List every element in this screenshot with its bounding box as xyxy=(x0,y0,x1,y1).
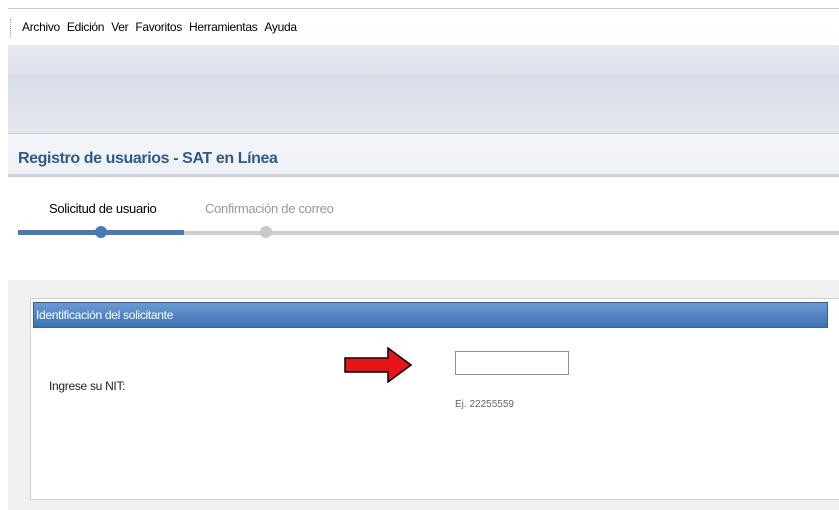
nit-hint: Ej. 22255559 xyxy=(455,399,514,410)
page-content: Registro de usuarios - SAT en Línea Soli… xyxy=(8,134,839,510)
identification-panel: Identificación del solicitante Ingrese s… xyxy=(30,298,839,500)
menu-bar: Archivo Edición Ver Favoritos Herramient… xyxy=(8,8,839,46)
nit-label: Ingrese su NIT: xyxy=(49,379,126,393)
menu-item-archivo[interactable]: Archivo xyxy=(22,20,60,34)
menu-item-favoritos[interactable]: Favoritos xyxy=(135,20,182,34)
step-indicator-active xyxy=(95,226,107,238)
wizard-steps: Solicitud de usuario Confirmación de cor… xyxy=(8,181,839,251)
menu-item-ver[interactable]: Ver xyxy=(111,20,128,34)
step-solicitud-usuario: Solicitud de usuario xyxy=(49,201,157,216)
panel-header-title: Identificación del solicitante xyxy=(36,308,174,322)
step-indicator-inactive xyxy=(260,226,272,238)
menu-item-ayuda[interactable]: Ayuda xyxy=(264,20,297,34)
title-bar: Registro de usuarios - SAT en Línea xyxy=(8,134,839,177)
panel-header: Identificación del solicitante xyxy=(33,302,828,328)
red-arrow-icon xyxy=(344,347,412,383)
menu-item-edicion[interactable]: Edición xyxy=(67,20,105,34)
nit-input[interactable] xyxy=(455,351,569,375)
menu-item-herramientas[interactable]: Herramientas xyxy=(189,20,258,34)
step-confirmacion-correo: Confirmación de correo xyxy=(205,201,334,216)
toolbar-band xyxy=(8,45,839,75)
page-title: Registro de usuarios - SAT en Línea xyxy=(18,150,278,167)
menu-grip xyxy=(10,19,11,37)
header-band xyxy=(8,75,839,134)
